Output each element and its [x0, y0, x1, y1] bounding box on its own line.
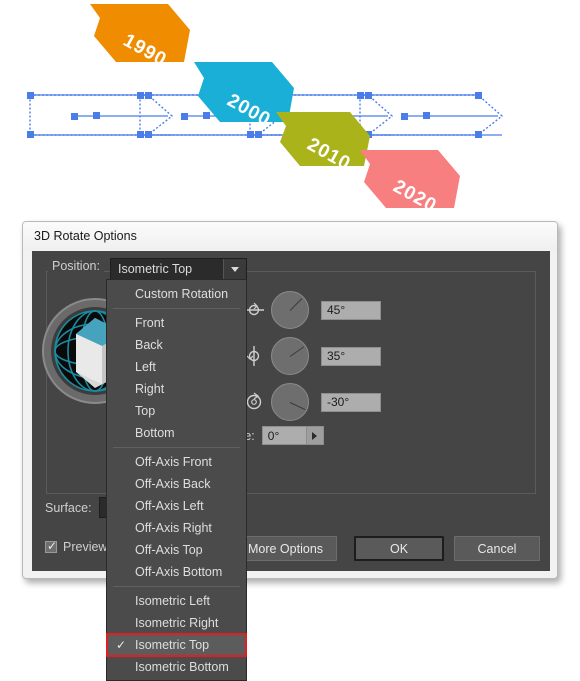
menu-item-label: Top: [135, 404, 156, 418]
dialog-titlebar: 3D Rotate Options: [23, 222, 557, 250]
rotate-x-dial[interactable]: [271, 291, 309, 329]
menu-item-label: Off-Axis Bottom: [135, 565, 223, 579]
menu-item-label: Off-Axis Left: [135, 499, 204, 513]
menu-item-off-axis-bottom[interactable]: Off-Axis Bottom: [107, 561, 246, 583]
menu-item-label: Front: [135, 316, 165, 330]
menu-item-off-axis-top[interactable]: Off-Axis Top: [107, 539, 246, 561]
menu-item-label: Left: [135, 360, 156, 374]
menu-item-right[interactable]: Right: [107, 378, 246, 400]
menu-item-label: Back: [135, 338, 163, 352]
preview-checkbox[interactable]: ✓: [45, 539, 58, 553]
menu-item-off-axis-left[interactable]: Off-Axis Left: [107, 495, 246, 517]
position-combobox[interactable]: Isometric Top: [110, 258, 247, 280]
menu-item-label: Right: [135, 382, 165, 396]
menu-item-custom-rotation[interactable]: Custom Rotation: [107, 283, 246, 305]
cancel-button[interactable]: Cancel: [454, 536, 540, 561]
position-label: Position:: [52, 259, 100, 273]
rotate-x-field[interactable]: 45°: [321, 300, 381, 320]
menu-separator: [113, 308, 240, 309]
rotate-y-dial[interactable]: [271, 337, 309, 375]
preview-label: Preview: [63, 540, 108, 554]
menu-item-bottom[interactable]: Bottom: [107, 422, 246, 444]
menu-item-front[interactable]: Front: [107, 312, 246, 334]
menu-separator: [113, 586, 240, 587]
menu-item-back[interactable]: Back: [107, 334, 246, 356]
menu-item-label: Isometric Left: [135, 594, 211, 608]
rotate-y-row: 35°: [243, 337, 381, 375]
banner-arrow-2020: 2020: [344, 150, 474, 230]
menu-item-label: Off-Axis Front: [135, 455, 212, 469]
rotate-x-row: 45°: [243, 291, 381, 329]
rotate-y-field[interactable]: 35°: [321, 346, 381, 366]
menu-item-isometric-bottom[interactable]: Isometric Bottom: [107, 656, 246, 678]
dialog-title: 3D Rotate Options: [34, 229, 137, 243]
menu-item-label: Bottom: [135, 426, 175, 440]
menu-item-label: Off-Axis Top: [135, 543, 203, 557]
menu-item-label: Off-Axis Back: [135, 477, 211, 491]
surface-label: Surface:: [45, 500, 92, 515]
perspective-stepper-icon[interactable]: [306, 426, 324, 445]
menu-item-isometric-top[interactable]: ✓ Isometric Top: [107, 634, 246, 656]
menu-item-label: Isometric Right: [135, 616, 219, 630]
menu-item-off-axis-right[interactable]: Off-Axis Right: [107, 517, 246, 539]
perspective-field[interactable]: 0°: [261, 426, 307, 445]
menu-item-label: Isometric Top: [135, 638, 210, 652]
position-dropdown-menu[interactable]: Custom Rotation Front Back Left Right Top Bott…: [106, 279, 247, 681]
preview-checkbox-row[interactable]: ✓ Preview: [45, 540, 107, 554]
menu-item-left[interactable]: Left: [107, 356, 246, 378]
menu-item-isometric-right[interactable]: Isometric Right: [107, 612, 246, 634]
menu-item-off-axis-back[interactable]: Off-Axis Back: [107, 473, 246, 495]
position-label-wrap: Position:: [48, 259, 104, 273]
menu-separator: [113, 447, 240, 448]
position-combobox-value: Isometric Top: [118, 262, 193, 276]
more-options-button[interactable]: More Options: [234, 536, 337, 561]
menu-item-top[interactable]: Top: [107, 400, 246, 422]
menu-item-label: Custom Rotation: [135, 287, 229, 301]
check-icon: ✓: [116, 638, 127, 652]
menu-item-label: Off-Axis Right: [135, 521, 212, 535]
rotate-z-row: -30°: [243, 383, 381, 421]
ok-button[interactable]: OK: [354, 536, 444, 561]
rotate-z-field[interactable]: -30°: [321, 392, 381, 412]
chevron-down-icon[interactable]: [223, 259, 246, 279]
menu-item-isometric-left[interactable]: Isometric Left: [107, 590, 246, 612]
rotate-z-dial[interactable]: [271, 383, 309, 421]
menu-item-off-axis-front[interactable]: Off-Axis Front: [107, 451, 246, 473]
check-icon: ✓: [47, 539, 58, 553]
